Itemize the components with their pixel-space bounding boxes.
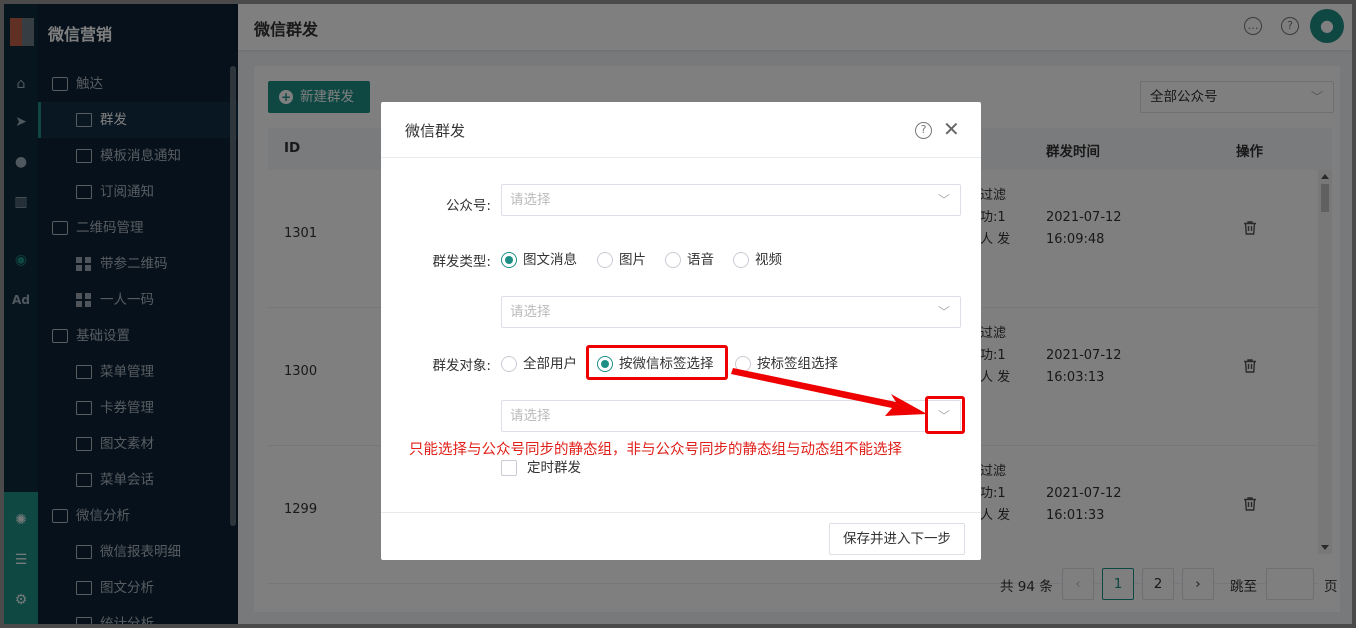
- content-select[interactable]: 请选择 ﹀: [501, 296, 961, 328]
- highlight-box-dropdown: [925, 396, 965, 434]
- type-radio-voice[interactable]: 语音: [665, 250, 714, 270]
- tag-placeholder: 请选择: [510, 408, 551, 424]
- close-icon[interactable]: ✕: [943, 117, 960, 141]
- modal-title: 微信群发: [405, 122, 466, 140]
- content-placeholder: 请选择: [510, 304, 551, 320]
- target-label: 群发对象:: [432, 358, 491, 374]
- account-label: 公众号:: [445, 198, 491, 214]
- highlight-box-radio: [586, 345, 728, 380]
- type-radio-image[interactable]: 图片: [597, 250, 646, 270]
- annotation-text: 只能选择与公众号同步的静态组，非与公众号同步的静态组与动态组不能选择: [409, 442, 902, 458]
- account-select[interactable]: 请选择 ﹀: [501, 184, 961, 216]
- target-radio-all[interactable]: 全部用户: [501, 354, 577, 374]
- chevron-down-icon: ﹀: [937, 305, 950, 319]
- type-label: 群发类型:: [432, 254, 491, 270]
- scheduled-label: 定时群发: [527, 460, 581, 476]
- type-radio-article[interactable]: 图文消息: [501, 250, 577, 270]
- help-icon[interactable]: ?: [915, 122, 932, 139]
- chevron-down-icon: ﹀: [937, 193, 950, 207]
- type-radio-video[interactable]: 视频: [733, 250, 782, 270]
- broadcast-modal: 微信群发 ? ✕ 公众号: 请选择 ﹀ 群发类型: 图文消息 图片 语音 视频 …: [381, 102, 981, 560]
- scheduled-checkbox[interactable]: 定时群发: [501, 458, 581, 478]
- app-window: ⌂ ➤ ● ▥ ◉ Ad ✺ ☰ ⚙ 微信营销 触达群发模板消息通知订阅通知二维…: [4, 4, 1352, 624]
- annotation-arrow-icon: [731, 368, 927, 416]
- save-next-button[interactable]: 保存并进入下一步: [829, 523, 965, 555]
- account-placeholder: 请选择: [510, 192, 551, 208]
- modal-footer: 保存并进入下一步: [381, 512, 981, 560]
- modal-header: 微信群发 ? ✕: [381, 102, 981, 158]
